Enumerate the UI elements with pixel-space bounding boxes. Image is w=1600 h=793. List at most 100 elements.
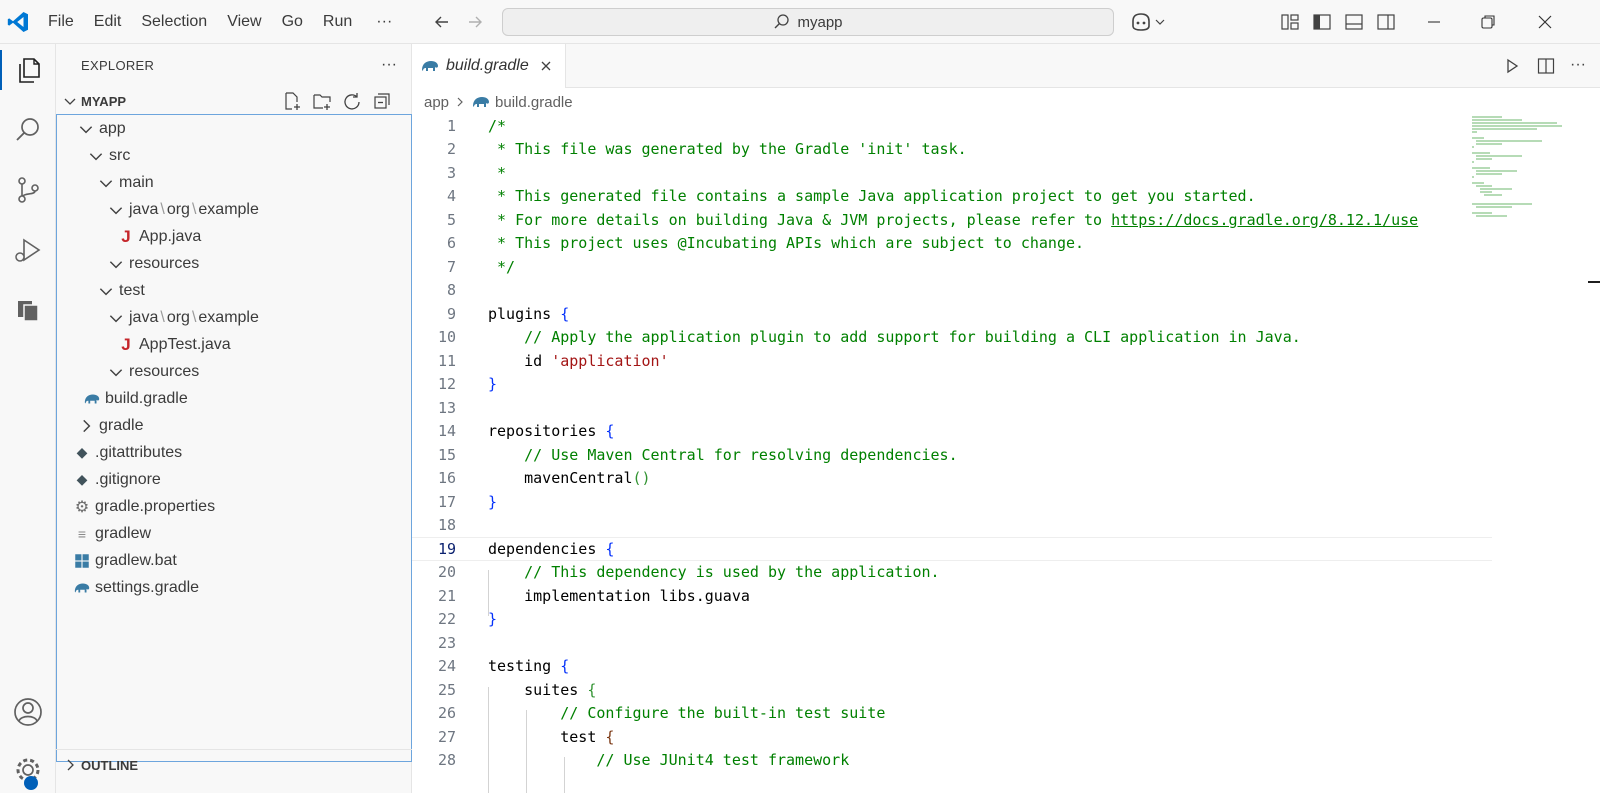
tree-label: example <box>198 200 259 218</box>
close-icon[interactable] <box>1535 12 1555 32</box>
menu-edit[interactable]: Edit <box>84 0 132 44</box>
code-line[interactable]: 5 * For more details on building Java & … <box>412 208 1492 232</box>
code-line[interactable]: 21 implementation libs.guava <box>412 584 1492 608</box>
activity-accounts[interactable] <box>8 692 48 732</box>
tree-folder-main-java[interactable]: java \ org \ example <box>57 196 411 223</box>
code-line[interactable]: 13 <box>412 396 1492 420</box>
toggle-panel-icon[interactable] <box>1344 12 1364 32</box>
tree-file-settings-gradle[interactable]: settings.gradle <box>57 574 411 601</box>
code-line[interactable]: 16 mavenCentral() <box>412 467 1492 491</box>
tree-file-gradlew-bat[interactable]: gradlew.bat <box>57 547 411 574</box>
more-actions-icon[interactable]: ··· <box>1570 56 1586 76</box>
new-folder-icon[interactable] <box>312 91 332 111</box>
new-file-icon[interactable] <box>282 91 302 111</box>
code-line[interactable]: 27 test { <box>412 725 1492 749</box>
code-line[interactable]: 14 repositories { <box>412 420 1492 444</box>
tree-file-gitattributes[interactable]: ◆ .gitattributes <box>57 439 411 466</box>
tree-file-gradlew[interactable]: ≡ gradlew <box>57 520 411 547</box>
code-line[interactable]: 7 */ <box>412 255 1492 279</box>
tree-folder-gradle[interactable]: gradle <box>57 412 411 439</box>
minimize-icon[interactable] <box>1424 12 1444 32</box>
tree-file-app-java[interactable]: J App.java <box>57 223 411 250</box>
menu-run[interactable]: Run <box>313 0 362 44</box>
tab-build-gradle[interactable]: build.gradle <box>412 44 566 88</box>
tree-label: app <box>99 119 126 137</box>
code-line[interactable]: 12} <box>412 373 1492 397</box>
tree-file-app-build-gradle[interactable]: build.gradle <box>57 385 411 412</box>
tree-label: build.gradle <box>105 389 188 407</box>
collapse-all-icon[interactable] <box>372 91 392 111</box>
code-line[interactable]: 4 * This generated file contains a sampl… <box>412 185 1492 209</box>
restore-icon[interactable] <box>1478 12 1498 32</box>
toggle-sidebar-icon[interactable] <box>1312 12 1332 32</box>
code-line[interactable]: 23 <box>412 631 1492 655</box>
tree-folder-main[interactable]: main <box>57 169 411 196</box>
code-text: /* <box>488 117 506 135</box>
copilot-button[interactable] <box>1130 10 1170 34</box>
run-icon[interactable] <box>1502 56 1522 76</box>
code-line[interactable]: 11 id 'application' <box>412 349 1492 373</box>
code-line[interactable]: 15 // Use Maven Central for resolving de… <box>412 443 1492 467</box>
code-editor[interactable]: 1 /* 2 * This file was generated by the Gr… <box>412 114 1492 793</box>
sidebar-more-button[interactable]: ··· <box>381 56 397 74</box>
command-center-search[interactable]: myapp <box>502 8 1114 36</box>
code-line[interactable]: 26 // Configure the built-in test suite <box>412 702 1492 726</box>
code-line[interactable]: 3 * <box>412 161 1492 185</box>
menu-file[interactable]: File <box>38 0 84 44</box>
chevron-right-icon <box>67 759 74 771</box>
code-line[interactable]: 25 suites { <box>412 678 1492 702</box>
activity-search[interactable] <box>8 110 48 150</box>
tree-file-apptest-java[interactable]: J AppTest.java <box>57 331 411 358</box>
breadcrumb-item[interactable]: build.gradle <box>495 94 573 111</box>
outline-section-header[interactable]: OUTLINE <box>56 749 412 775</box>
code-line[interactable]: 24 testing { <box>412 655 1492 679</box>
customize-layout-icon[interactable] <box>1280 12 1300 32</box>
tree-folder-test[interactable]: test <box>57 277 411 304</box>
vertical-scrollbar[interactable] <box>1586 114 1600 793</box>
code-line[interactable]: 10 // Apply the application plugin to ad… <box>412 326 1492 350</box>
activity-remote-explorer[interactable] <box>8 290 48 330</box>
menu-more[interactable]: ··· <box>366 0 402 44</box>
code-line[interactable]: 22} <box>412 608 1492 632</box>
code-line[interactable]: 20 // This dependency is used by the app… <box>412 561 1492 585</box>
split-editor-icon[interactable] <box>1536 56 1556 76</box>
code-text: testing { <box>488 657 569 675</box>
arrow-right-icon[interactable] <box>465 12 485 32</box>
toggle-secondary-sidebar-icon[interactable] <box>1376 12 1396 32</box>
tree-folder-app[interactable]: app <box>57 115 411 142</box>
vscode-logo-icon[interactable] <box>6 10 30 34</box>
code-line[interactable]: 6 * This project uses @Incubating APIs w… <box>412 232 1492 256</box>
activity-source-control[interactable] <box>8 170 48 210</box>
activity-manage[interactable] <box>8 750 48 790</box>
breadcrumb-item[interactable]: app <box>424 94 449 111</box>
code-line[interactable]: 2 * This file was generated by the Gradl… <box>412 138 1492 162</box>
code-token: repositories <box>488 422 606 441</box>
code-line[interactable]: 19 dependencies { <box>412 537 1492 561</box>
code-line[interactable]: 18 <box>412 514 1492 538</box>
code-line[interactable]: 28 // Use JUnit4 test framework <box>412 749 1492 773</box>
command-center-text: myapp <box>797 13 843 31</box>
menu-selection[interactable]: Selection <box>131 0 217 44</box>
line-number: 19 <box>437 539 456 558</box>
code-line[interactable]: 17} <box>412 490 1492 514</box>
arrow-left-icon[interactable] <box>432 12 452 32</box>
code-line[interactable]: 1 /* <box>412 114 1492 138</box>
close-icon[interactable] <box>539 59 553 73</box>
tree-folder-main-resources[interactable]: resources <box>57 250 411 277</box>
activity-explorer[interactable] <box>0 50 56 90</box>
workspace-section-header[interactable]: MYAPP <box>56 88 412 114</box>
menu-view[interactable]: View <box>217 0 271 44</box>
tree-file-gitignore[interactable]: ◆ .gitignore <box>57 466 411 493</box>
code-line[interactable]: 9 plugins { <box>412 302 1492 326</box>
gradle-elephant-icon <box>473 97 490 107</box>
refresh-icon[interactable] <box>342 91 362 111</box>
tree-file-gradle-properties[interactable]: ⚙ gradle.properties <box>57 493 411 520</box>
tree-folder-test-resources[interactable]: resources <box>57 358 411 385</box>
minimap[interactable] <box>1462 114 1572 234</box>
code-link[interactable]: https://docs.gradle.org/8.12.1/use <box>1111 211 1418 229</box>
menu-go[interactable]: Go <box>272 0 313 44</box>
tree-folder-test-java[interactable]: java \ org \ example <box>57 304 411 331</box>
code-line[interactable]: 8 <box>412 279 1492 303</box>
activity-run-debug[interactable] <box>8 230 48 270</box>
tree-folder-src[interactable]: src <box>57 142 411 169</box>
